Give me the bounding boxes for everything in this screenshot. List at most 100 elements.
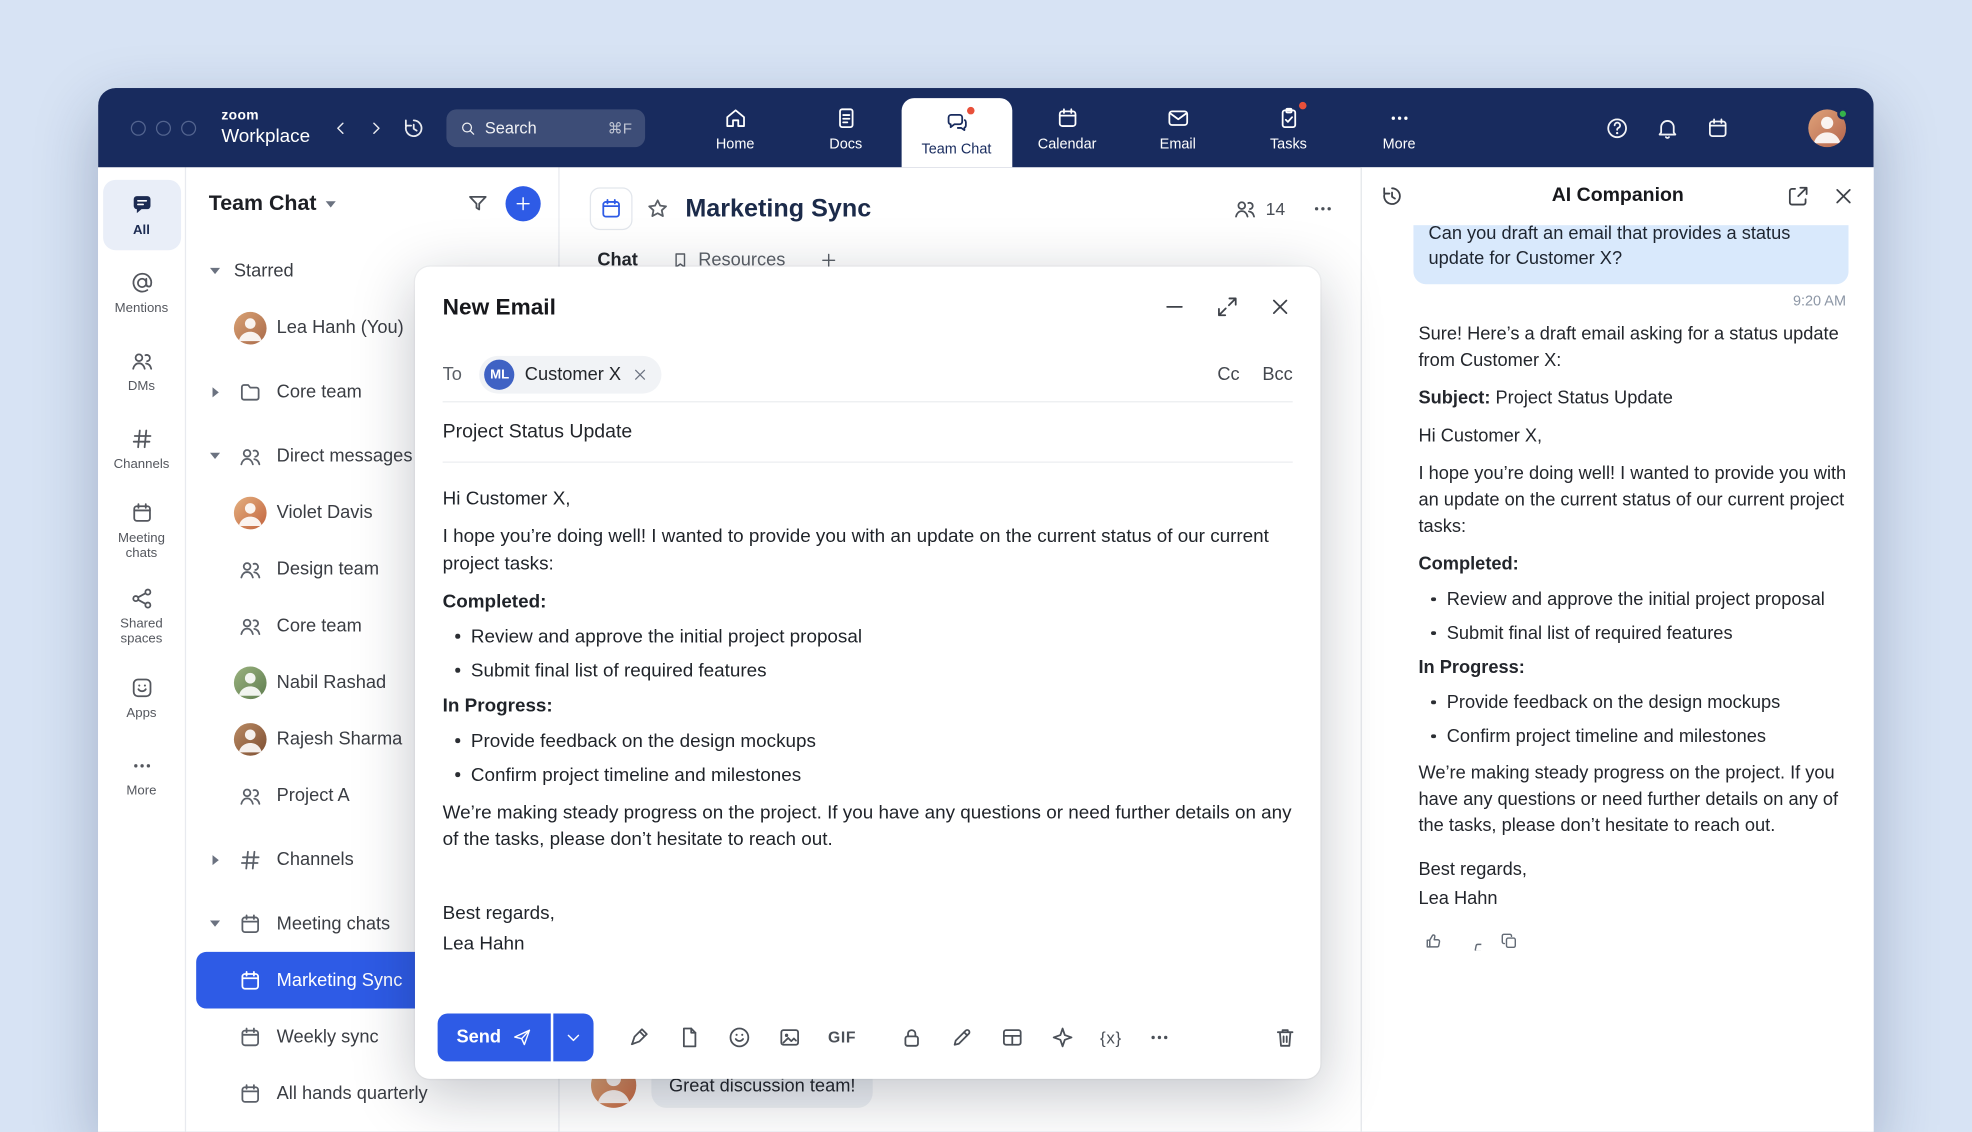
sidebar-title-dropdown[interactable]: Team Chat: [209, 191, 336, 216]
topnav-home[interactable]: Home: [680, 88, 791, 167]
topnav-email[interactable]: Email: [1122, 88, 1233, 167]
ai-companion-header: AI Companion: [1362, 167, 1874, 225]
schedule-icon[interactable]: [1705, 115, 1730, 140]
search-icon: [458, 119, 476, 137]
topnav-more[interactable]: More: [1344, 88, 1455, 167]
chevron-down-icon: [325, 201, 335, 207]
notifications-bell-icon[interactable]: [1655, 115, 1680, 140]
rail-item-mentions[interactable]: Mentions: [102, 258, 180, 328]
meeting-chat-icon: [590, 187, 633, 230]
close-icon[interactable]: [1268, 294, 1293, 319]
template-icon[interactable]: [999, 1025, 1024, 1050]
sidebar-item-lea-rajesh-1-1[interactable]: Lea/Rajesh 1:1: [196, 1122, 548, 1132]
caret-right-icon: [206, 854, 224, 864]
thumbs-down-icon[interactable]: [1461, 930, 1481, 950]
desktop: zoom Workplace Search ⌘F Home: [0, 0, 1972, 1110]
top-bar: zoom Workplace Search ⌘F Home: [98, 88, 1874, 167]
rail-item-all[interactable]: All: [102, 180, 180, 250]
signature-icon[interactable]: [627, 1025, 652, 1050]
caret-right-icon: [206, 387, 224, 397]
user-prompt-bubble: Can you draft an email that provides a s…: [1413, 225, 1848, 284]
window-zoom-button[interactable]: [181, 120, 196, 135]
close-icon[interactable]: [1831, 184, 1856, 209]
rail-item-channels[interactable]: Channels: [102, 414, 180, 484]
notification-badge: [1297, 100, 1307, 110]
send-options-dropdown[interactable]: [554, 1014, 594, 1062]
thumbs-up-icon[interactable]: [1423, 930, 1443, 950]
sidebar-header: Team Chat: [186, 167, 558, 240]
topnav-tasks[interactable]: Tasks: [1233, 88, 1344, 167]
forward-button[interactable]: [365, 118, 385, 138]
email-icon: [1165, 104, 1190, 132]
topnav-calendar[interactable]: Calendar: [1012, 88, 1123, 167]
add-chat-button[interactable]: [506, 186, 541, 221]
more-options-icon[interactable]: [1310, 196, 1335, 221]
window-minimize-button[interactable]: [156, 120, 171, 135]
insert-image-icon[interactable]: [778, 1025, 803, 1050]
tasks-icon: [1276, 104, 1301, 132]
home-icon: [723, 104, 748, 132]
rail-item-shared-spaces[interactable]: Shared spaces: [102, 577, 180, 655]
encryption-lock-icon[interactable]: [899, 1025, 924, 1050]
delete-draft-icon[interactable]: [1273, 1025, 1298, 1050]
back-button[interactable]: [330, 118, 350, 138]
bcc-button[interactable]: Bcc: [1262, 364, 1292, 384]
rail-item-apps[interactable]: Apps: [102, 663, 180, 733]
group-icon: [234, 613, 267, 638]
recipients-field[interactable]: To ML Customer X Cc Bcc: [443, 347, 1293, 402]
history-icon[interactable]: [1379, 184, 1404, 209]
email-body-editor[interactable]: Hi Customer X, I hope you’re doing well!…: [415, 463, 1320, 996]
minimize-icon[interactable]: [1162, 294, 1187, 319]
help-icon[interactable]: [1605, 115, 1630, 140]
ai-conversation[interactable]: Can you draft an email that provides a s…: [1362, 225, 1874, 1132]
rail-item-dms[interactable]: DMs: [102, 336, 180, 406]
top-bar-right: [1605, 109, 1846, 147]
rail-item-more[interactable]: More: [102, 741, 180, 811]
more-icon: [129, 754, 154, 779]
calendar-icon: [1055, 104, 1080, 132]
topnav-docs[interactable]: Docs: [790, 88, 901, 167]
modal-header: New Email: [415, 267, 1320, 347]
copy-icon[interactable]: [1499, 930, 1519, 950]
rail-item-meeting-chats[interactable]: Meeting chats: [102, 492, 180, 570]
subject-field[interactable]: Project Status Update: [443, 402, 1293, 462]
mentions-at-icon: [129, 270, 154, 295]
calendar-icon: [234, 911, 267, 936]
left-rail: All Mentions DMs Channels Meeting chats: [98, 167, 186, 1132]
avatar: [234, 722, 267, 755]
calendar-icon: [234, 1024, 267, 1049]
ai-companion-panel: AI Companion Can you draft an email that…: [1361, 167, 1874, 1132]
ai-sparkle-icon[interactable]: [1050, 1025, 1075, 1050]
gif-button[interactable]: GIF: [828, 1029, 856, 1047]
user-avatar[interactable]: [1808, 109, 1846, 147]
new-email-modal: New Email To ML Customer X Cc Bcc: [415, 267, 1320, 1079]
recipient-avatar: ML: [485, 359, 515, 389]
window-close-button[interactable]: [131, 120, 146, 135]
send-button[interactable]: Send: [438, 1014, 552, 1062]
group-icon: [234, 556, 267, 581]
attach-file-icon[interactable]: [677, 1025, 702, 1050]
expand-icon[interactable]: [1215, 294, 1240, 319]
topnav-team-chat[interactable]: Team Chat: [901, 98, 1012, 167]
page-title: Marketing Sync: [685, 194, 871, 223]
timestamp: 9:20 AM: [1383, 294, 1846, 309]
remove-recipient-icon[interactable]: [631, 365, 649, 383]
zoom-workplace-logo: zoom Workplace: [221, 109, 310, 145]
top-nav: Home Docs Team Chat Calendar Email: [680, 88, 1455, 167]
search-input[interactable]: Search ⌘F: [446, 109, 645, 147]
cc-button[interactable]: Cc: [1217, 364, 1239, 384]
ai-response-text: Sure! Here’s a draft email asking for a …: [1418, 321, 1848, 912]
code-variable-button[interactable]: {x}: [1100, 1028, 1122, 1047]
edit-pencil-icon[interactable]: [949, 1025, 974, 1050]
emoji-icon[interactable]: [727, 1025, 752, 1050]
history-icon[interactable]: [401, 115, 426, 140]
members-count[interactable]: 14: [1233, 196, 1285, 221]
response-feedback: [1423, 930, 1848, 950]
people-icon: [234, 443, 267, 468]
recipient-chip[interactable]: ML Customer X: [480, 355, 662, 393]
open-in-new-window-icon[interactable]: [1786, 184, 1811, 209]
star-icon[interactable]: [645, 196, 670, 221]
ai-companion-sparkle-icon[interactable]: [1755, 114, 1783, 142]
more-options-icon[interactable]: [1147, 1025, 1172, 1050]
filter-icon[interactable]: [465, 191, 490, 216]
